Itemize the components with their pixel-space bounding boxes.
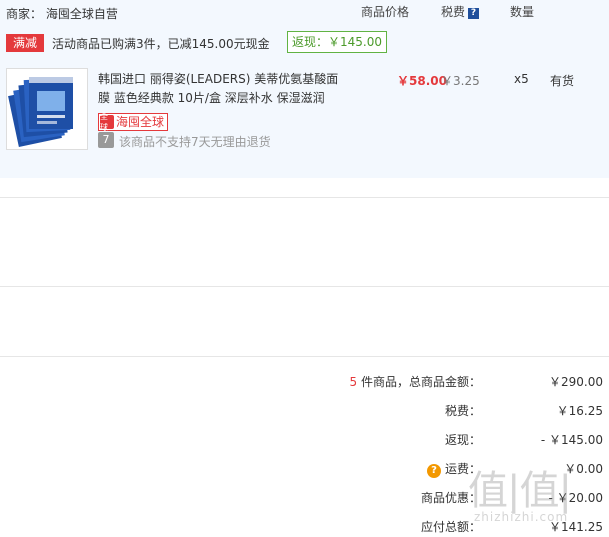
shipping-info-icon[interactable]: ? — [426, 464, 441, 478]
item-price: ￥58.00 — [397, 74, 447, 88]
product-title-line-2[interactable]: 膜 蓝色经典款 10片/盒 深层补水 保湿滋润 — [98, 89, 325, 106]
rebate-badge: 返现：￥145.00 — [287, 31, 387, 53]
summary-payable-label: 应付总额： — [420, 520, 481, 534]
summary-rebate: - ￥145.00 — [540, 433, 603, 447]
cart-item-panel: 商家： 海囤全球自营 商品价格 税费? 数量 满减 活动商品已购满3件，已减14… — [0, 0, 609, 178]
shipping-label-text: 运费： — [444, 462, 481, 476]
summary-shipping-label: ? 运费： — [281, 460, 481, 478]
item-tax: ￥3.25 — [441, 74, 480, 88]
summary-count-label: 5 件商品，总商品金额： — [281, 373, 481, 390]
column-header-tax-label: 税费 — [441, 5, 466, 19]
product-image — [8, 77, 73, 148]
column-header-price: 商品价格 — [361, 5, 410, 19]
promo-tag: 满减 — [6, 34, 44, 52]
haitun-global-badge: 全球 海囤全球 — [98, 112, 169, 132]
promo-text: 活动商品已购满3件，已减145.00元现金 — [52, 37, 270, 51]
summary-discount-label: 商品优惠： — [420, 491, 481, 505]
summary-rebate-label: 返现： — [444, 433, 481, 447]
summary-tax-label: 税费： — [444, 404, 481, 418]
no-return-icon: 7 — [98, 132, 114, 148]
product-thumbnail[interactable] — [6, 68, 88, 150]
haitun-logo-icon: 全球 — [100, 112, 114, 132]
seller-row: 商家： 海囤全球自营 — [6, 5, 118, 22]
seller-name[interactable]: 海囤全球自营 — [46, 7, 118, 21]
summary-item-count: 5 — [349, 375, 358, 389]
no-return-notice: 该商品不支持7天无理由退货 — [119, 135, 271, 149]
tax-help-icon[interactable]: ? — [468, 8, 480, 19]
summary-total: ￥290.00 — [549, 375, 603, 389]
summary-payable: ￥141.25 — [549, 520, 603, 534]
stock-status: 有货 — [550, 74, 575, 88]
haitun-badge-label: 海囤全球 — [116, 115, 165, 129]
column-header-quantity: 数量 — [510, 5, 535, 19]
watermark-logo: 值|值| — [468, 468, 572, 514]
summary-shipping: ￥0.00 — [564, 462, 603, 476]
item-quantity: x5 — [514, 72, 529, 86]
divider — [0, 197, 609, 198]
product-title-line-1[interactable]: 韩国进口 丽得姿(LEADERS) 美蒂优氨基酸面 — [98, 70, 338, 87]
summary-discount: - ￥20.00 — [548, 491, 604, 505]
summary-tax: ￥16.25 — [556, 404, 603, 418]
divider — [0, 286, 609, 287]
divider — [0, 356, 609, 357]
summary-count-suffix: 件商品，总商品金额： — [360, 375, 481, 389]
seller-label: 商家： — [6, 7, 43, 21]
column-header-tax: 税费? — [441, 3, 480, 20]
